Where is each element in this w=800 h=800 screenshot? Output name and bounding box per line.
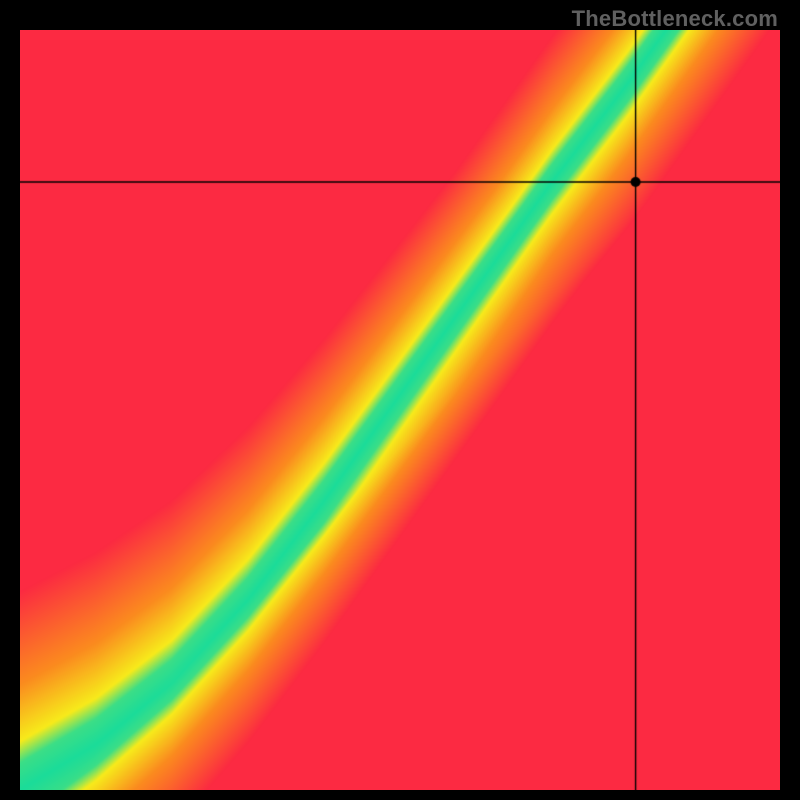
watermark-text: TheBottleneck.com (572, 6, 778, 32)
chart-frame: TheBottleneck.com (0, 0, 800, 800)
heatmap-canvas (20, 30, 780, 790)
heatmap-plot (20, 30, 780, 790)
